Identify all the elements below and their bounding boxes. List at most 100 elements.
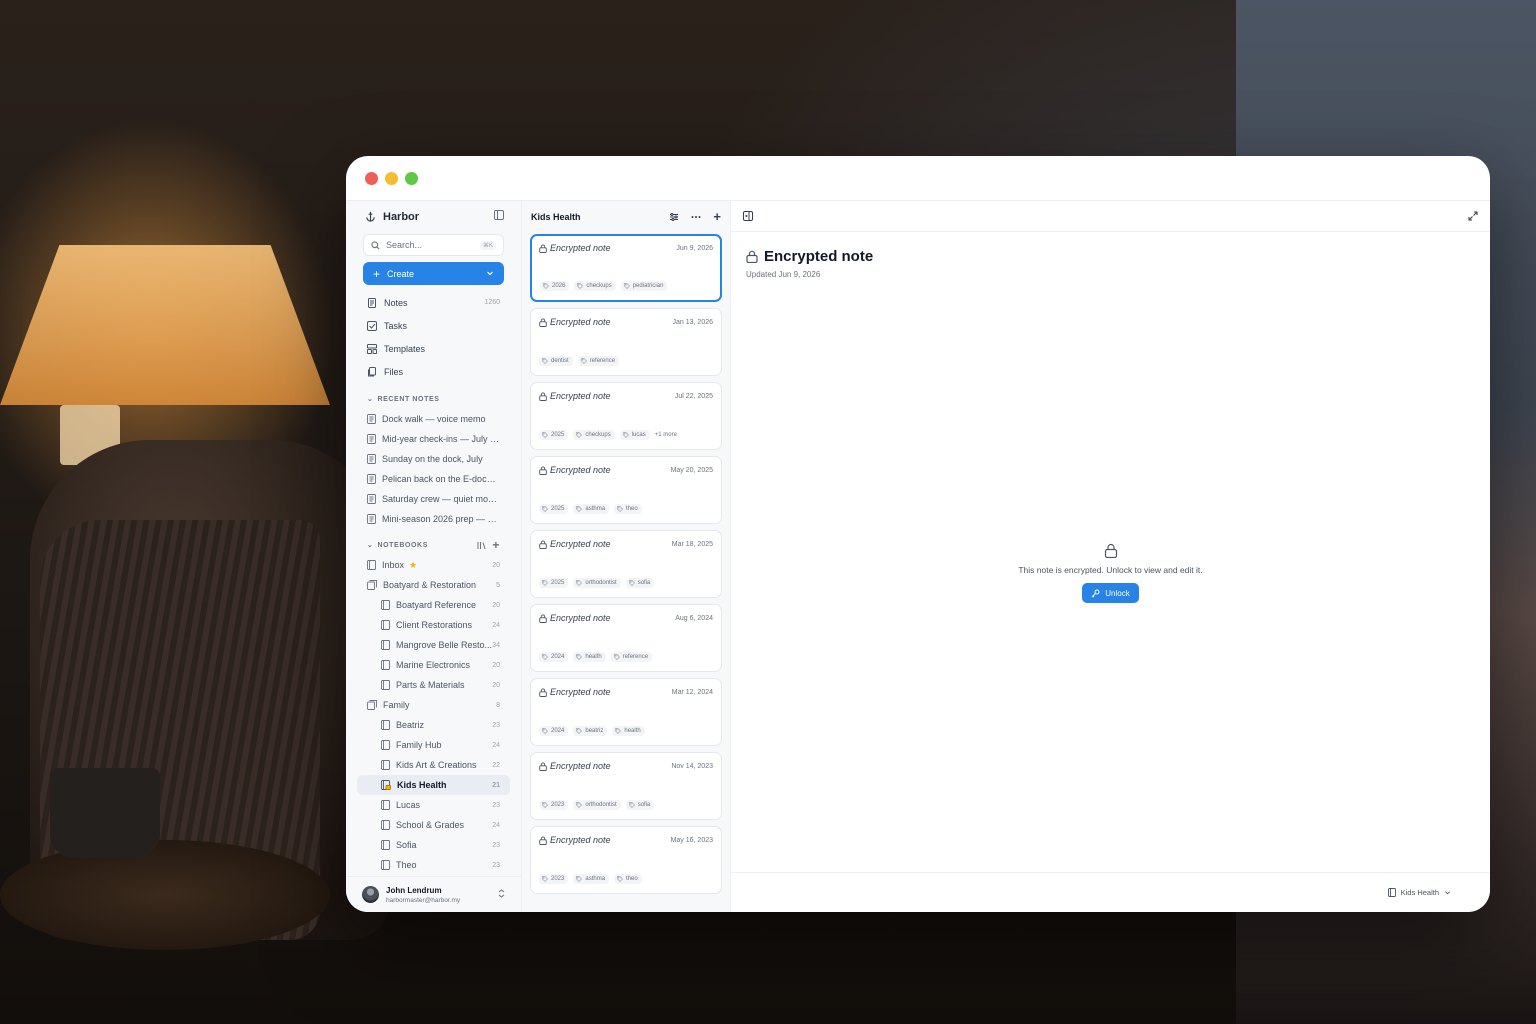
note-tag[interactable]: checkups	[573, 430, 615, 440]
note-tag[interactable]: reference	[577, 356, 620, 366]
note-tag[interactable]: 2024	[539, 726, 569, 736]
notebook-item[interactable]: Family 8	[352, 695, 515, 715]
note-card-date: Jul 22, 2025	[674, 392, 713, 400]
note-list-header: Kids Health +	[522, 201, 730, 232]
note-tag[interactable]: lucas	[619, 430, 650, 440]
note-tag[interactable]: checkups	[574, 281, 616, 291]
more-icon[interactable]	[691, 215, 701, 219]
note-card[interactable]: Encrypted note Mar 18, 2025 2025 orthodonti…	[530, 530, 722, 598]
notebook-icon	[381, 800, 390, 810]
note-card[interactable]: Encrypted note Jan 13, 2026 dentist referen…	[530, 308, 722, 376]
note-tag[interactable]: reference	[610, 652, 653, 662]
note-tag[interactable]: orthodontist	[573, 800, 621, 810]
recent-note-item[interactable]: Sunday on the dock, July	[352, 449, 515, 469]
notebook-label: Client Restorations	[396, 620, 473, 630]
notebook-item[interactable]: Lucas 23	[352, 795, 515, 815]
create-button[interactable]: + Create	[363, 262, 504, 285]
recent-note-item[interactable]: Dock walk — voice memo	[352, 409, 515, 429]
tag-icon	[613, 654, 620, 660]
note-tag[interactable]: health	[612, 726, 645, 736]
expand-icon[interactable]	[1468, 211, 1478, 221]
note-tag[interactable]: sofia	[625, 800, 655, 810]
note-card[interactable]: Encrypted note Jul 22, 2025 2025 checkups lu…	[530, 382, 722, 450]
note-tag[interactable]: 2025	[539, 430, 569, 440]
note-card-date: Jun 9, 2026	[676, 244, 713, 252]
notebook-item[interactable]: Beatriz 23	[352, 715, 515, 735]
note-card-date: Mar 18, 2025	[671, 540, 713, 548]
note-tag[interactable]: beatriz	[573, 726, 608, 736]
notebook-item[interactable]: Marine Electronics 20	[352, 655, 515, 675]
note-tag[interactable]: health	[573, 652, 606, 662]
note-card[interactable]: Encrypted note Nov 14, 2023 2023 orthodonti…	[530, 752, 722, 820]
notebook-selector[interactable]: Kids Health	[1387, 888, 1456, 897]
recent-note-item[interactable]: Saturday crew — quiet morni...	[352, 489, 515, 509]
notebook-title: Kids Health	[531, 211, 581, 222]
recent-note-item[interactable]: Mini-season 2026 prep — ge...	[352, 509, 515, 529]
notebook-item[interactable]: School & Grades 24	[352, 815, 515, 835]
notebook-item[interactable]: Client Restorations 24	[352, 615, 515, 635]
recent-notes-header[interactable]: ⌄ RECENT NOTES	[352, 389, 515, 409]
notebook-stack-icon	[367, 700, 377, 710]
filter-icon[interactable]	[669, 212, 679, 222]
note-tag[interactable]: pediatrician	[620, 281, 668, 291]
tag-icon	[542, 580, 548, 586]
notebook-item[interactable]: Sofia 23	[352, 835, 515, 855]
note-tag[interactable]: 2026	[540, 281, 570, 291]
minimize-window-button[interactable]	[385, 172, 398, 185]
note-tag[interactable]: orthodontist	[573, 578, 621, 588]
notebook-item[interactable]: Mangrove Belle Resto... 34	[352, 635, 515, 655]
note-tag[interactable]: 2024	[539, 652, 569, 662]
note-tag[interactable]: asthma	[573, 504, 610, 514]
notebook-item[interactable]: Boatyard Reference 20	[352, 595, 515, 615]
note-icon	[367, 414, 376, 424]
notebook-item[interactable]: Kids Art & Creations 22	[352, 755, 515, 775]
note-card[interactable]: Encrypted note May 16, 2023 2023 asthma theo	[530, 826, 722, 894]
recent-note-item[interactable]: Mid-year check-ins — July 2...	[352, 429, 515, 449]
nav-item-files[interactable]: Files	[352, 360, 515, 383]
add-notebook-button[interactable]: +	[492, 539, 500, 551]
note-tag[interactable]: sofia	[625, 578, 655, 588]
notebook-count: 23	[492, 721, 500, 729]
new-note-button[interactable]: +	[713, 210, 721, 223]
chevron-down-icon[interactable]	[486, 269, 494, 279]
library-icon[interactable]	[477, 541, 486, 550]
note-tag[interactable]: 2025	[539, 504, 569, 514]
note-tag[interactable]: theo	[614, 874, 642, 884]
notebook-label: Mangrove Belle Resto...	[396, 640, 493, 650]
note-card-date: May 16, 2023	[670, 836, 713, 844]
notebooks-header[interactable]: ⌄ NOTEBOOKS +	[352, 535, 515, 555]
note-title: Encrypted note	[746, 248, 873, 265]
notebook-item[interactable]: Boatyard & Restoration 5	[352, 575, 515, 595]
nav-item-tasks[interactable]: Tasks	[352, 314, 515, 337]
note-card[interactable]: Encrypted note Mar 12, 2024 2024 beatriz hea…	[530, 678, 722, 746]
note-tag[interactable]: theo	[614, 504, 642, 514]
notebook-item[interactable]: Parts & Materials 20	[352, 675, 515, 695]
titlebar	[346, 156, 1490, 200]
note-tag[interactable]: dentist	[539, 356, 573, 366]
unlock-button[interactable]: Unlock	[1082, 583, 1139, 603]
note-card[interactable]: Encrypted note Aug 6, 2024 2024 health refer…	[530, 604, 722, 672]
notebook-count: 21	[492, 781, 500, 789]
note-tag[interactable]: asthma	[573, 874, 610, 884]
nav-item-notes[interactable]: Notes 1260	[352, 291, 515, 314]
sidebar-toggle-icon[interactable]	[494, 210, 504, 223]
nav-item-templates[interactable]: Templates	[352, 337, 515, 360]
note-card[interactable]: Encrypted note Jun 9, 2026 2026 checkups ped…	[530, 234, 722, 302]
recent-note-item[interactable]: Pelican back on the E-dock li...	[352, 469, 515, 489]
note-tag[interactable]: 2023	[539, 874, 569, 884]
more-tags[interactable]: +1 more	[655, 432, 677, 438]
notebook-item[interactable]: Kids Health 21	[357, 775, 510, 795]
note-tag[interactable]: 2025	[539, 578, 569, 588]
zoom-window-button[interactable]	[405, 172, 418, 185]
user-profile[interactable]: John Lendrum harbormaster@harbor.my	[346, 876, 521, 912]
app-window: Harbor Search... ⌘K + Create Notes 1260 …	[346, 156, 1490, 912]
panel-toggle-icon[interactable]	[743, 211, 753, 221]
notebook-item[interactable]: Inbox ★ 20	[352, 555, 515, 575]
note-tag[interactable]: 2023	[539, 800, 569, 810]
close-window-button[interactable]	[365, 172, 378, 185]
note-card[interactable]: Encrypted note May 20, 2025 2025 asthma theo	[530, 456, 722, 524]
recent-note-title: Saturday crew — quiet morni...	[382, 494, 500, 504]
notebook-item[interactable]: Family Hub 24	[352, 735, 515, 755]
search-input[interactable]: Search... ⌘K	[363, 234, 504, 256]
notebook-item[interactable]: Theo 23	[352, 855, 515, 875]
